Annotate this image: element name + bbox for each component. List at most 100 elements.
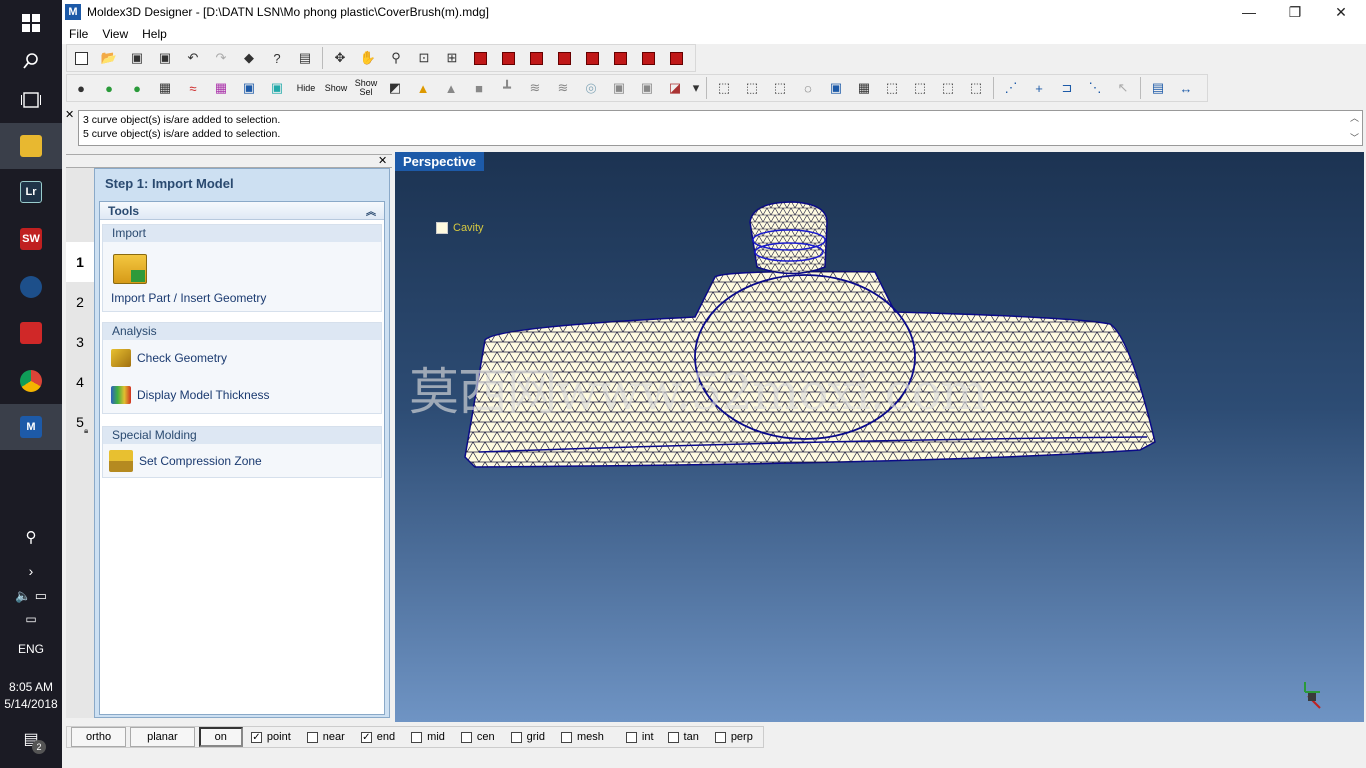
- chrome-icon[interactable]: [0, 358, 62, 404]
- part-gray-icon[interactable]: ▲: [438, 77, 464, 99]
- 3d-viewport[interactable]: Perspective Cavity 莫西网www.52moxi.com: [395, 152, 1364, 722]
- curve-icon[interactable]: ≈: [180, 77, 206, 99]
- select-previous-icon[interactable]: ⬚: [935, 77, 961, 99]
- snap-mid-checkbox[interactable]: mid: [411, 731, 445, 743]
- action-center-icon[interactable]: ▤ 2: [0, 716, 62, 762]
- bottom-view-icon[interactable]: [635, 47, 661, 69]
- checkbox[interactable]: [560, 731, 572, 743]
- new-file-icon[interactable]: [68, 47, 94, 69]
- checkbox[interactable]: [510, 731, 522, 743]
- pan-hand-icon[interactable]: ✋: [355, 47, 381, 69]
- checkbox[interactable]: [460, 731, 472, 743]
- lightroom-icon[interactable]: Lr: [0, 169, 62, 215]
- moldex3d-icon[interactable]: M: [0, 404, 62, 450]
- restore-button[interactable]: ❐: [1272, 0, 1318, 24]
- checkbox[interactable]: [411, 731, 423, 743]
- redo-icon[interactable]: ↷: [208, 47, 234, 69]
- runner-icon[interactable]: ┻: [494, 77, 520, 99]
- iso-view-icon[interactable]: [495, 47, 521, 69]
- steam-icon[interactable]: [0, 264, 62, 310]
- clock-date[interactable]: 5/14/2018: [0, 697, 62, 711]
- move-icon[interactable]: ✥: [327, 47, 353, 69]
- step-tab-2[interactable]: 2: [66, 282, 94, 322]
- add-node-icon[interactable]: +: [1026, 77, 1052, 99]
- snap-tan-checkbox[interactable]: tan: [667, 731, 699, 743]
- checkbox[interactable]: [306, 731, 318, 743]
- language-indicator[interactable]: ENG: [0, 642, 62, 656]
- display-blue-icon[interactable]: ▣: [236, 77, 262, 99]
- checkbox-checked[interactable]: ✓: [360, 731, 372, 743]
- hide-button[interactable]: Hide: [292, 77, 320, 99]
- compression-zone-button[interactable]: Set Compression Zone: [103, 444, 381, 478]
- checkbox-checked[interactable]: ✓: [250, 731, 262, 743]
- menu-view[interactable]: View: [95, 27, 135, 41]
- collapse-chevron-icon[interactable]: ︽: [366, 203, 376, 218]
- snap-near-checkbox[interactable]: near: [306, 731, 345, 743]
- help-icon[interactable]: ?: [264, 47, 290, 69]
- perspective-view-icon[interactable]: [663, 47, 689, 69]
- select-mesh-icon[interactable]: ▦: [851, 77, 877, 99]
- checkbox[interactable]: [714, 731, 726, 743]
- front-view-icon[interactable]: [467, 47, 493, 69]
- snap-grid-checkbox[interactable]: grid: [510, 731, 545, 743]
- back-view-icon[interactable]: [523, 47, 549, 69]
- measure-icon[interactable]: ⊐: [1054, 77, 1080, 99]
- select-box-icon[interactable]: ⬚: [767, 77, 793, 99]
- close-button[interactable]: ✕: [1318, 0, 1364, 24]
- box-gray-icon[interactable]: ■: [466, 77, 492, 99]
- zoom-icon[interactable]: ⚲: [383, 47, 409, 69]
- step-tab-4[interactable]: 4: [66, 362, 94, 402]
- select-last-icon[interactable]: ⬚: [963, 77, 989, 99]
- select-all-icon[interactable]: ⬚: [711, 77, 737, 99]
- save-icon[interactable]: ▣: [124, 47, 150, 69]
- shaded-green-icon[interactable]: ●: [96, 77, 122, 99]
- wireframe-grid-icon[interactable]: ▦: [152, 77, 178, 99]
- select-neighbor-icon[interactable]: ⬚: [879, 77, 905, 99]
- clock-time[interactable]: 8:05 AM: [0, 680, 62, 694]
- ortho-button[interactable]: ortho: [71, 727, 127, 747]
- show-button[interactable]: Show: [322, 77, 350, 99]
- snap-perp-checkbox[interactable]: perp: [714, 731, 753, 743]
- display-thickness-button[interactable]: Display Model Thickness: [103, 376, 381, 414]
- print-icon[interactable]: ▤: [292, 47, 318, 69]
- top-view-icon[interactable]: [607, 47, 633, 69]
- left-view-icon[interactable]: [551, 47, 577, 69]
- check-geometry-button[interactable]: Check Geometry: [103, 340, 381, 376]
- solidworks-icon[interactable]: SW: [0, 216, 62, 262]
- task-view-icon[interactable]: [0, 77, 62, 123]
- save-all-icon[interactable]: ▣: [152, 47, 178, 69]
- dimension-icon[interactable]: ↔: [1173, 77, 1199, 99]
- import-part-button[interactable]: Import Part / Insert Geometry: [103, 284, 381, 305]
- file-explorer-icon[interactable]: [0, 123, 62, 169]
- step-tab-1[interactable]: 1: [66, 242, 94, 282]
- show-selected-button[interactable]: Show Sel: [352, 77, 380, 99]
- undo-icon[interactable]: ↶: [180, 47, 206, 69]
- message-scrollbar[interactable]: ︿ ﹀: [1347, 111, 1362, 145]
- chart-dropdown-chevron-icon[interactable]: ▾: [690, 77, 702, 99]
- tools-header[interactable]: Tools ︽: [100, 202, 384, 220]
- import-folder-icon[interactable]: [103, 242, 381, 284]
- mesh-grid-icon[interactable]: ▦: [208, 77, 234, 99]
- scroll-up-icon[interactable]: ︿: [1350, 111, 1359, 125]
- open-file-icon[interactable]: 📂: [96, 47, 122, 69]
- insert-icon[interactable]: ▣: [606, 77, 632, 99]
- zoom-window-icon[interactable]: ⊡: [411, 47, 437, 69]
- pointer-icon[interactable]: ↖: [1110, 77, 1136, 99]
- minimize-button[interactable]: —: [1226, 0, 1272, 24]
- select-face-icon[interactable]: ▣: [823, 77, 849, 99]
- fit-view-icon[interactable]: ⊞: [439, 47, 465, 69]
- mold-base-icon[interactable]: ▣: [634, 77, 660, 99]
- mesh-model[interactable]: [395, 152, 1364, 722]
- menu-file[interactable]: File: [62, 27, 95, 41]
- scroll-down-icon[interactable]: ﹀: [1350, 131, 1359, 145]
- cooling-icon[interactable]: ◎: [578, 77, 604, 99]
- panel-close-icon[interactable]: ✕: [378, 154, 387, 167]
- checkbox[interactable]: [625, 731, 637, 743]
- mesh-tools-icon[interactable]: ⋱: [1082, 77, 1108, 99]
- battery-icon[interactable]: ▭: [0, 612, 62, 626]
- app-icon[interactable]: [0, 310, 62, 356]
- menu-help[interactable]: Help: [135, 27, 174, 41]
- manual-book-icon[interactable]: ◆: [236, 47, 262, 69]
- step-tab-5[interactable]: 5: [66, 402, 94, 442]
- invert-selection-icon[interactable]: ⬚: [739, 77, 765, 99]
